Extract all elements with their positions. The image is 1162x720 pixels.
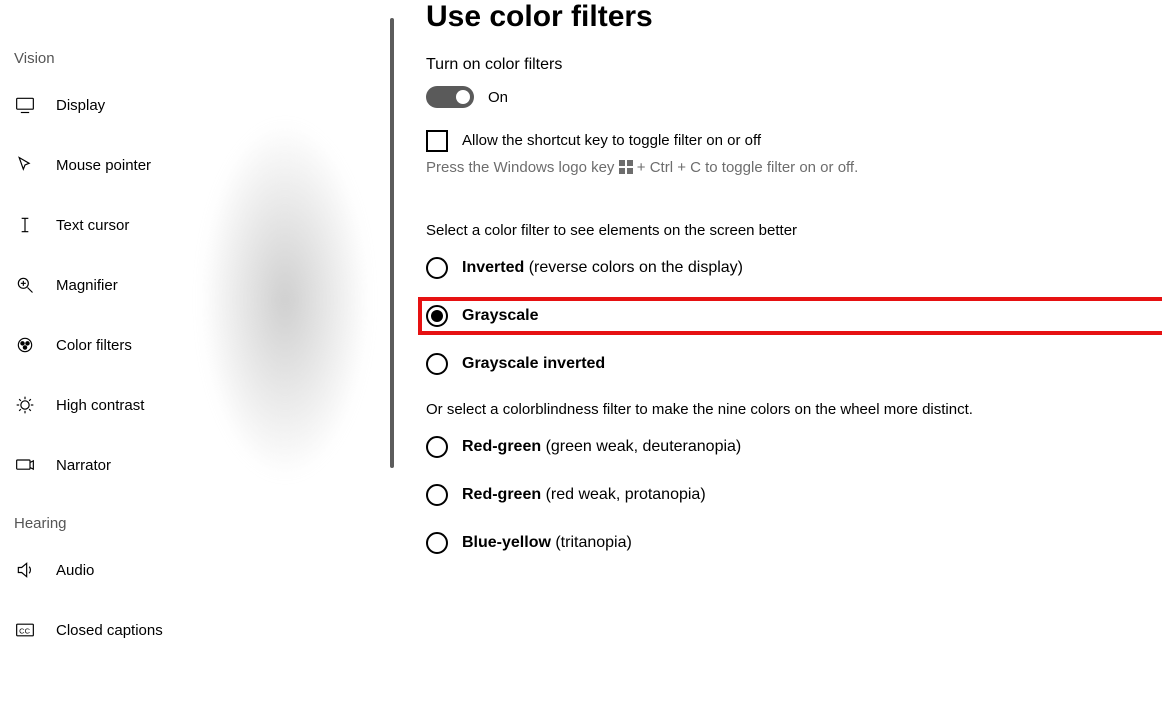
radio-label: Grayscale xyxy=(462,307,539,325)
sidebar-group-vision: Vision xyxy=(0,30,400,75)
sidebar-item-label: Closed captions xyxy=(56,622,163,639)
radio-label: Red-green (red weak, protanopia) xyxy=(462,486,706,504)
sidebar-group-hearing: Hearing xyxy=(0,495,400,540)
toggle-heading: Turn on color filters xyxy=(426,56,1162,74)
radio-label: Red-green (green weak, deuteranopia) xyxy=(462,438,741,456)
sidebar-item-label: Narrator xyxy=(56,457,111,474)
color-filter-section: Select a color filter to see elements on… xyxy=(426,222,1162,375)
settings-sidebar: Vision Display Mouse pointer Text cursor… xyxy=(0,0,400,720)
colorblind-heading: Or select a colorblindness filter to mak… xyxy=(426,401,986,418)
sidebar-scrollbar[interactable] xyxy=(390,18,394,468)
sidebar-item-display[interactable]: Display xyxy=(0,75,400,135)
display-icon xyxy=(14,94,36,116)
radio-inverted[interactable]: Inverted (reverse colors on the display) xyxy=(426,257,1162,279)
sidebar-item-label: Color filters xyxy=(56,337,132,354)
shortcut-checkbox[interactable] xyxy=(426,130,448,152)
text-cursor-icon xyxy=(14,214,36,236)
magnifier-icon xyxy=(14,274,36,296)
radio-grayscale[interactable]: Grayscale xyxy=(426,305,1162,327)
radio-label: Blue-yellow (tritanopia) xyxy=(462,534,632,552)
sidebar-item-label: Text cursor xyxy=(56,217,129,234)
radio-indicator xyxy=(426,353,448,375)
windows-key-icon xyxy=(619,160,633,174)
sidebar-item-magnifier[interactable]: Magnifier xyxy=(0,255,400,315)
svg-text:CC: CC xyxy=(19,626,30,635)
radio-indicator xyxy=(426,484,448,506)
sidebar-item-audio[interactable]: Audio xyxy=(0,540,400,600)
closed-captions-icon: CC xyxy=(14,619,36,641)
sidebar-item-color-filters[interactable]: Color filters xyxy=(0,315,400,375)
sidebar-item-closed-captions[interactable]: CC Closed captions xyxy=(0,600,400,660)
sidebar-item-mouse-pointer[interactable]: Mouse pointer xyxy=(0,135,400,195)
toggle-knob xyxy=(456,90,470,104)
settings-content: Use color filters Turn on color filters … xyxy=(400,0,1162,720)
toggle-state-label: On xyxy=(488,89,508,106)
shortcut-hint: Press the Windows logo key + Ctrl + C to… xyxy=(426,158,1162,176)
shortcut-checkbox-label: Allow the shortcut key to toggle filter … xyxy=(462,130,761,152)
radio-label: Inverted (reverse colors on the display) xyxy=(462,259,743,277)
color-filters-icon xyxy=(14,334,36,356)
highlight-box: Grayscale xyxy=(418,297,1162,335)
audio-icon xyxy=(14,559,36,581)
radio-protanopia[interactable]: Red-green (red weak, protanopia) xyxy=(426,484,1162,506)
mouse-pointer-icon xyxy=(14,154,36,176)
sidebar-item-label: Display xyxy=(56,97,105,114)
color-filters-toggle[interactable] xyxy=(426,86,474,108)
radio-deuteranopia[interactable]: Red-green (green weak, deuteranopia) xyxy=(426,436,1162,458)
radio-label: Grayscale inverted xyxy=(462,355,605,373)
high-contrast-icon xyxy=(14,394,36,416)
radio-indicator xyxy=(426,305,448,327)
sidebar-item-text-cursor[interactable]: Text cursor xyxy=(0,195,400,255)
sidebar-item-label: Mouse pointer xyxy=(56,157,151,174)
radio-indicator xyxy=(426,436,448,458)
radio-indicator xyxy=(426,532,448,554)
sidebar-item-label: Audio xyxy=(56,562,94,579)
radio-grayscale-inverted[interactable]: Grayscale inverted xyxy=(426,353,1162,375)
sidebar-item-label: High contrast xyxy=(56,397,144,414)
sidebar-item-narrator[interactable]: Narrator xyxy=(0,435,400,495)
radio-tritanopia[interactable]: Blue-yellow (tritanopia) xyxy=(426,532,1162,554)
sidebar-item-label: Magnifier xyxy=(56,277,118,294)
narrator-icon xyxy=(14,454,36,476)
radio-indicator xyxy=(426,257,448,279)
sidebar-item-high-contrast[interactable]: High contrast xyxy=(0,375,400,435)
page-title: Use color filters xyxy=(426,0,1162,34)
colorblind-section: Or select a colorblindness filter to mak… xyxy=(426,401,1162,554)
color-filter-heading: Select a color filter to see elements on… xyxy=(426,222,986,239)
